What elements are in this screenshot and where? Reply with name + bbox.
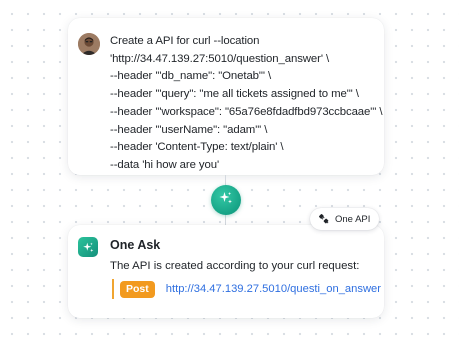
curl-command: Create a API for curl --location 'http:/… [110,33,383,175]
sparkle-icon [218,190,234,211]
curl-line: --data 'hi how are you' [110,158,220,171]
curl-line: Create a API for curl --location [110,35,260,47]
method-badge: Post [120,280,155,298]
response-title: One Ask [110,238,161,252]
curl-line: 'http://34.47.139.27:5010/question_answe… [110,52,330,65]
response-card: One Ask The API is created according to … [68,225,384,318]
request-card: Create a API for curl --location 'http:/… [68,18,384,175]
curl-line: --header '"workspace": "65a76e8fdadfbd97… [110,105,383,118]
response-message: The API is created according to your cur… [110,260,360,272]
one-api-label: One API [335,213,371,225]
endpoint-link[interactable]: http://34.47.139.27.5010/questi_on_answe… [166,283,381,295]
sparkle-icon [78,237,98,257]
user-avatar [78,33,100,55]
curl-line: --header '"db_name": "Onetab"' \ [110,70,272,83]
curl-line: --header '"userName": "adam"' \ [110,123,268,136]
curl-line: --header '"query": "me all tickets assig… [110,88,359,101]
one-api-tag[interactable]: One API [310,208,380,230]
plug-icon [318,213,330,225]
curl-line: --header 'Content-Type: text/plain' \ [110,141,284,154]
endpoint-row: Post http://34.47.139.27.5010/questi_on_… [112,279,381,299]
ai-node [211,185,241,215]
